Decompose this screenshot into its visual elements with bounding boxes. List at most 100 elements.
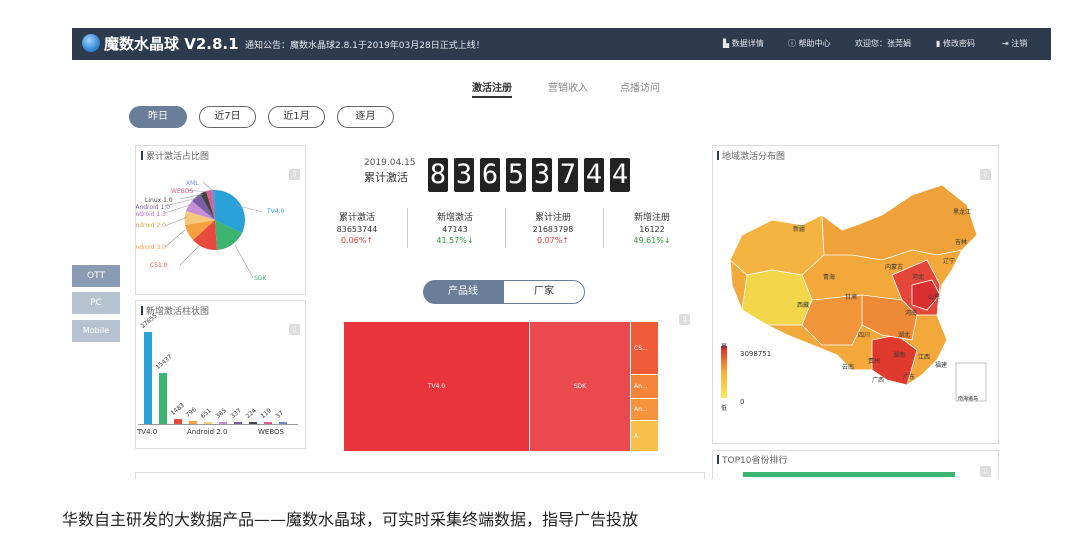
treemap-cell-sdk[interactable]: SDK [530,322,630,451]
pie-label: CS1.0 [150,262,168,269]
pie-label: TV4.0 [267,208,285,215]
counter-digit: 6 [480,158,500,192]
bar [279,422,287,424]
stat-label: 累计注册 [534,213,571,223]
toggle-manufacturer[interactable]: 厂家 [503,280,585,304]
treemap-cell-tv40[interactable]: TV4.0 [344,322,529,451]
tab-marketing-revenue[interactable]: 营销收入 [548,79,588,94]
province-label: 甘肃 [845,294,858,301]
logout-icon: ⇥ [1002,39,1012,48]
divider [603,208,604,248]
counter-digit: 4 [584,158,604,192]
province-label: 河南 [905,310,918,317]
counter-digit: 5 [506,158,526,192]
bar-x-label: WEBOS [258,428,284,436]
bar-x-label: Android 2.0 [187,428,228,436]
counter-label: 累计激活 [364,171,408,184]
stat-percent: 49.61%↓ [633,236,671,245]
bar [249,422,257,424]
treemap-cell-android[interactable]: An... [631,399,658,420]
pie-label: Android 1.0 [136,204,170,211]
stat-percent: 0.06%↑ [340,236,374,245]
stat-value: 47143 [442,225,468,234]
side-tab-mobile[interactable]: Mobile [72,320,120,342]
pie-label: XML [186,180,199,187]
counter-digit: 3 [454,158,474,192]
period-monthly-button[interactable]: 逐月 [337,106,394,128]
period-1month-button[interactable]: 近1月 [268,106,325,128]
logout-link[interactable]: ⇥ 注销 [1002,38,1027,49]
province-label: 黑龙江 [953,209,972,216]
treemap-cell-cs[interactable]: CS... [631,322,658,374]
divider [407,208,408,248]
pie-label: Linux 1.0 [145,197,173,204]
stat-label: 累计激活 [338,213,375,223]
help-icon: ⓘ [788,39,799,48]
divider [505,208,506,248]
stat-label: 新增注册 [633,213,670,223]
province-label: 广西 [872,377,885,384]
province-label: 云南 [842,364,855,371]
bottom-panel [135,472,705,479]
map-legend-bar [721,346,727,398]
top10-first-bar [743,472,955,477]
welcome-user: 欢迎您：张莞娟 [855,39,911,48]
bar-x-label: TV4.0 [137,428,158,436]
stat-value: 21683798 [532,225,574,234]
period-7days-button[interactable]: 近7日 [199,106,256,128]
help-center-link[interactable]: ⓘ 帮助中心 [788,38,831,49]
toggle-product-line[interactable]: 产品线 [423,280,503,304]
province-label: 新疆 [793,226,806,233]
side-tab-ott[interactable]: OTT [72,265,120,287]
bar [144,332,152,424]
stat-value: 16122 [639,225,665,234]
counter-digit: 3 [532,158,552,192]
province-label: 广东 [903,374,916,381]
bar [234,422,242,424]
province-label: 湖北 [898,332,911,339]
province-label: 河北 [912,274,925,281]
bar [264,422,272,424]
province-label: 西藏 [797,302,810,309]
province-label: 四川 [858,332,871,339]
bar [219,422,227,424]
treemap-cell-a[interactable]: A [631,421,658,451]
treemap-cell-android[interactable]: An... [631,375,658,398]
stat-value: 83653744 [336,225,378,234]
notice-banner: 通知公告：魔数水晶球2.8.1于2019年03月28日正式上线！ [245,41,485,51]
tab-activation-register[interactable]: 激活注册 [472,79,512,98]
stat-percent: 0.07%↑ [536,236,570,245]
province-label: 山东 [928,294,941,301]
legend-min: 0 [740,398,745,406]
bar [189,421,197,424]
stat-label: 新增激活 [436,213,473,223]
change-password-link[interactable]: ▮ 修改密码 [936,38,975,49]
data-detail-link[interactable]: ▙ 数据详情 [723,38,764,49]
map-title: 地域激活分布图 [717,149,785,162]
tab-vod-visits[interactable]: 点播访问 [620,79,660,94]
legend-low: 低 [721,405,728,412]
province-label: 青海 [823,274,836,281]
side-tab-pc[interactable]: PC [72,292,120,314]
download-icon[interactable]: ⇩ [289,324,300,335]
legend-high: 高 [721,343,728,350]
bar [204,421,212,424]
bar-axis [138,424,298,425]
province-label: 江西 [918,354,931,361]
province-label: 吉林 [955,239,968,246]
counter-digit: 8 [428,158,448,192]
bar [159,372,167,424]
counter-digit: 7 [558,158,578,192]
pie-label: WEBOS [171,188,194,195]
counter-date: 2019.04.15 [364,158,416,168]
south-sea-inset-label: 南海诸岛 [958,396,979,402]
download-icon[interactable]: ⇩ [980,466,991,477]
chart-icon: ▙ [723,39,732,48]
crystal-ball-logo-icon [82,34,100,52]
stat-percent: 41.57%↓ [436,236,474,245]
pie-label: Android 3.0 [136,244,166,251]
period-yesterday-button[interactable]: 昨日 [129,106,187,128]
province-label: 湖南 [893,352,906,359]
province-label: 内蒙古 [885,264,904,271]
download-icon[interactable]: ⇩ [679,314,690,325]
